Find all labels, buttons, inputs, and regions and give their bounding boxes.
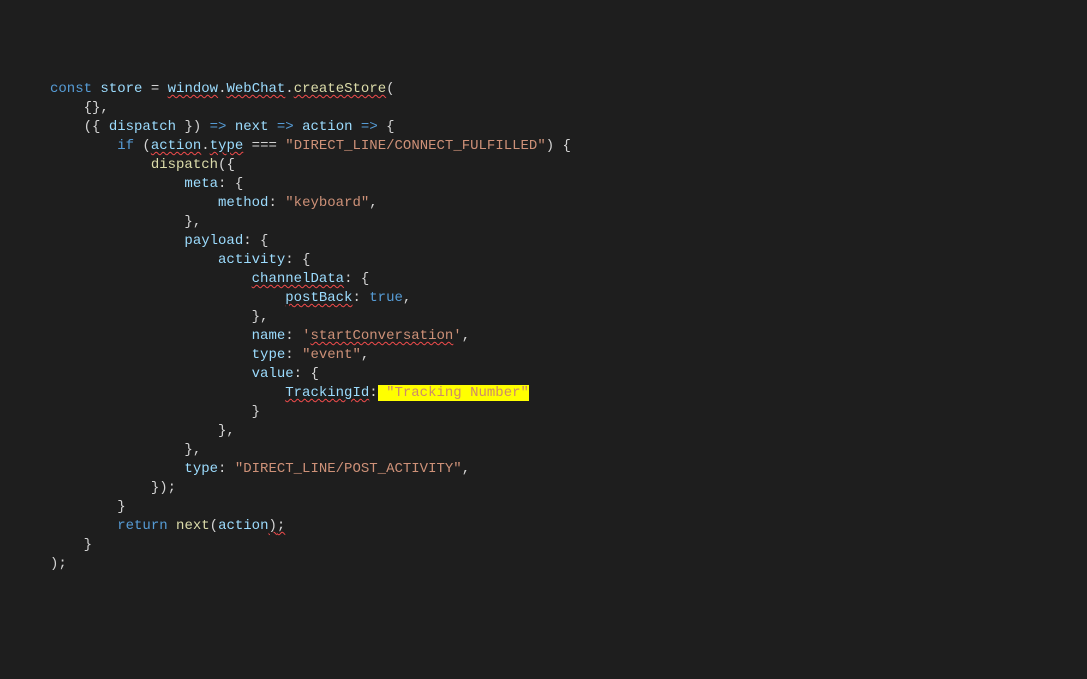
prop-method: method xyxy=(218,195,268,211)
paren-close-brace: ) { xyxy=(546,138,571,154)
destruct-close: }) xyxy=(176,119,210,135)
brace-close: } xyxy=(117,499,125,515)
string-post-activity: "DIRECT_LINE/POST_ACTIVITY" xyxy=(235,461,462,477)
paren-open: ( xyxy=(134,138,151,154)
destruct-open: ({ xyxy=(84,119,109,135)
colon-brace: : { xyxy=(243,233,268,249)
prop-type: type xyxy=(184,461,218,477)
var-action: action xyxy=(151,138,201,154)
brace-close: } xyxy=(252,404,260,420)
arrow: => xyxy=(210,119,227,135)
string-quote: ' xyxy=(453,328,461,344)
prop-webchat: WebChat xyxy=(226,81,285,97)
assign-op: = xyxy=(142,81,167,97)
colon: : xyxy=(218,461,235,477)
brace-close: }, xyxy=(252,309,269,325)
arrow: => xyxy=(361,119,378,135)
brace-close: }, xyxy=(184,442,201,458)
keyword-if: if xyxy=(117,138,134,154)
var-action: action xyxy=(294,119,361,135)
comma: , xyxy=(369,195,377,211)
highlight-space xyxy=(378,385,386,401)
keyword-return: return xyxy=(117,518,167,534)
arrow: => xyxy=(277,119,294,135)
comma: , xyxy=(361,347,369,363)
colon: : xyxy=(285,328,302,344)
brace-close: } xyxy=(84,537,92,553)
empty-braces: {}, xyxy=(84,100,109,116)
prop-type: type xyxy=(252,347,286,363)
var-next: next xyxy=(226,119,276,135)
prop-type: type xyxy=(210,138,244,154)
prop-postback: postBack xyxy=(285,290,352,306)
prop-activity: activity xyxy=(218,252,285,268)
colon: : xyxy=(268,195,285,211)
var-action: action xyxy=(218,518,268,534)
prop-trackingid: TrackingId xyxy=(285,385,369,401)
colon-brace: : { xyxy=(285,252,310,268)
brace-close: }, xyxy=(184,214,201,230)
code-editor-content[interactable]: const store = window.WebChat.createStore… xyxy=(50,80,1087,574)
close-store-call: ); xyxy=(50,556,67,572)
prop-meta: meta xyxy=(184,176,218,192)
prop-name: name xyxy=(252,328,286,344)
var-store: store xyxy=(100,81,142,97)
eq-op: === xyxy=(243,138,285,154)
fn-next: next xyxy=(176,518,210,534)
fn-dispatch: dispatch xyxy=(151,157,218,173)
paren-open: ( xyxy=(386,81,394,97)
string-tracking-number-highlighted: "Tracking Number" xyxy=(386,385,529,401)
comma: , xyxy=(462,328,470,344)
string-connect: "DIRECT_LINE/CONNECT_FULFILLED" xyxy=(285,138,545,154)
paren-open: ( xyxy=(210,518,218,534)
colon: : xyxy=(352,290,369,306)
string-event: "event" xyxy=(302,347,361,363)
prop-payload: payload xyxy=(184,233,243,249)
colon-brace: : { xyxy=(344,271,369,287)
colon: : xyxy=(285,347,302,363)
var-window: window xyxy=(168,81,218,97)
colon: : xyxy=(369,385,377,401)
dot: . xyxy=(201,138,209,154)
keyword-const: const xyxy=(50,81,92,97)
paren-close: ) xyxy=(268,518,276,534)
brace-open: { xyxy=(378,119,395,135)
prop-value: value xyxy=(252,366,294,382)
paren-brace-open: ({ xyxy=(218,157,235,173)
fn-createstore: createStore xyxy=(294,81,386,97)
close-dispatch: }); xyxy=(151,480,176,496)
comma: , xyxy=(462,461,470,477)
lit-true: true xyxy=(369,290,403,306)
brace-close: }, xyxy=(218,423,235,439)
string-keyboard: "keyboard" xyxy=(285,195,369,211)
colon-brace: : { xyxy=(294,366,319,382)
prop-channeldata: channelData xyxy=(252,271,344,287)
var-dispatch: dispatch xyxy=(109,119,176,135)
semicolon: ; xyxy=(277,518,285,534)
dot: . xyxy=(285,81,293,97)
string-startconversation: startConversation xyxy=(310,328,453,344)
colon-brace: : { xyxy=(218,176,243,192)
comma: , xyxy=(403,290,411,306)
space xyxy=(168,518,176,534)
